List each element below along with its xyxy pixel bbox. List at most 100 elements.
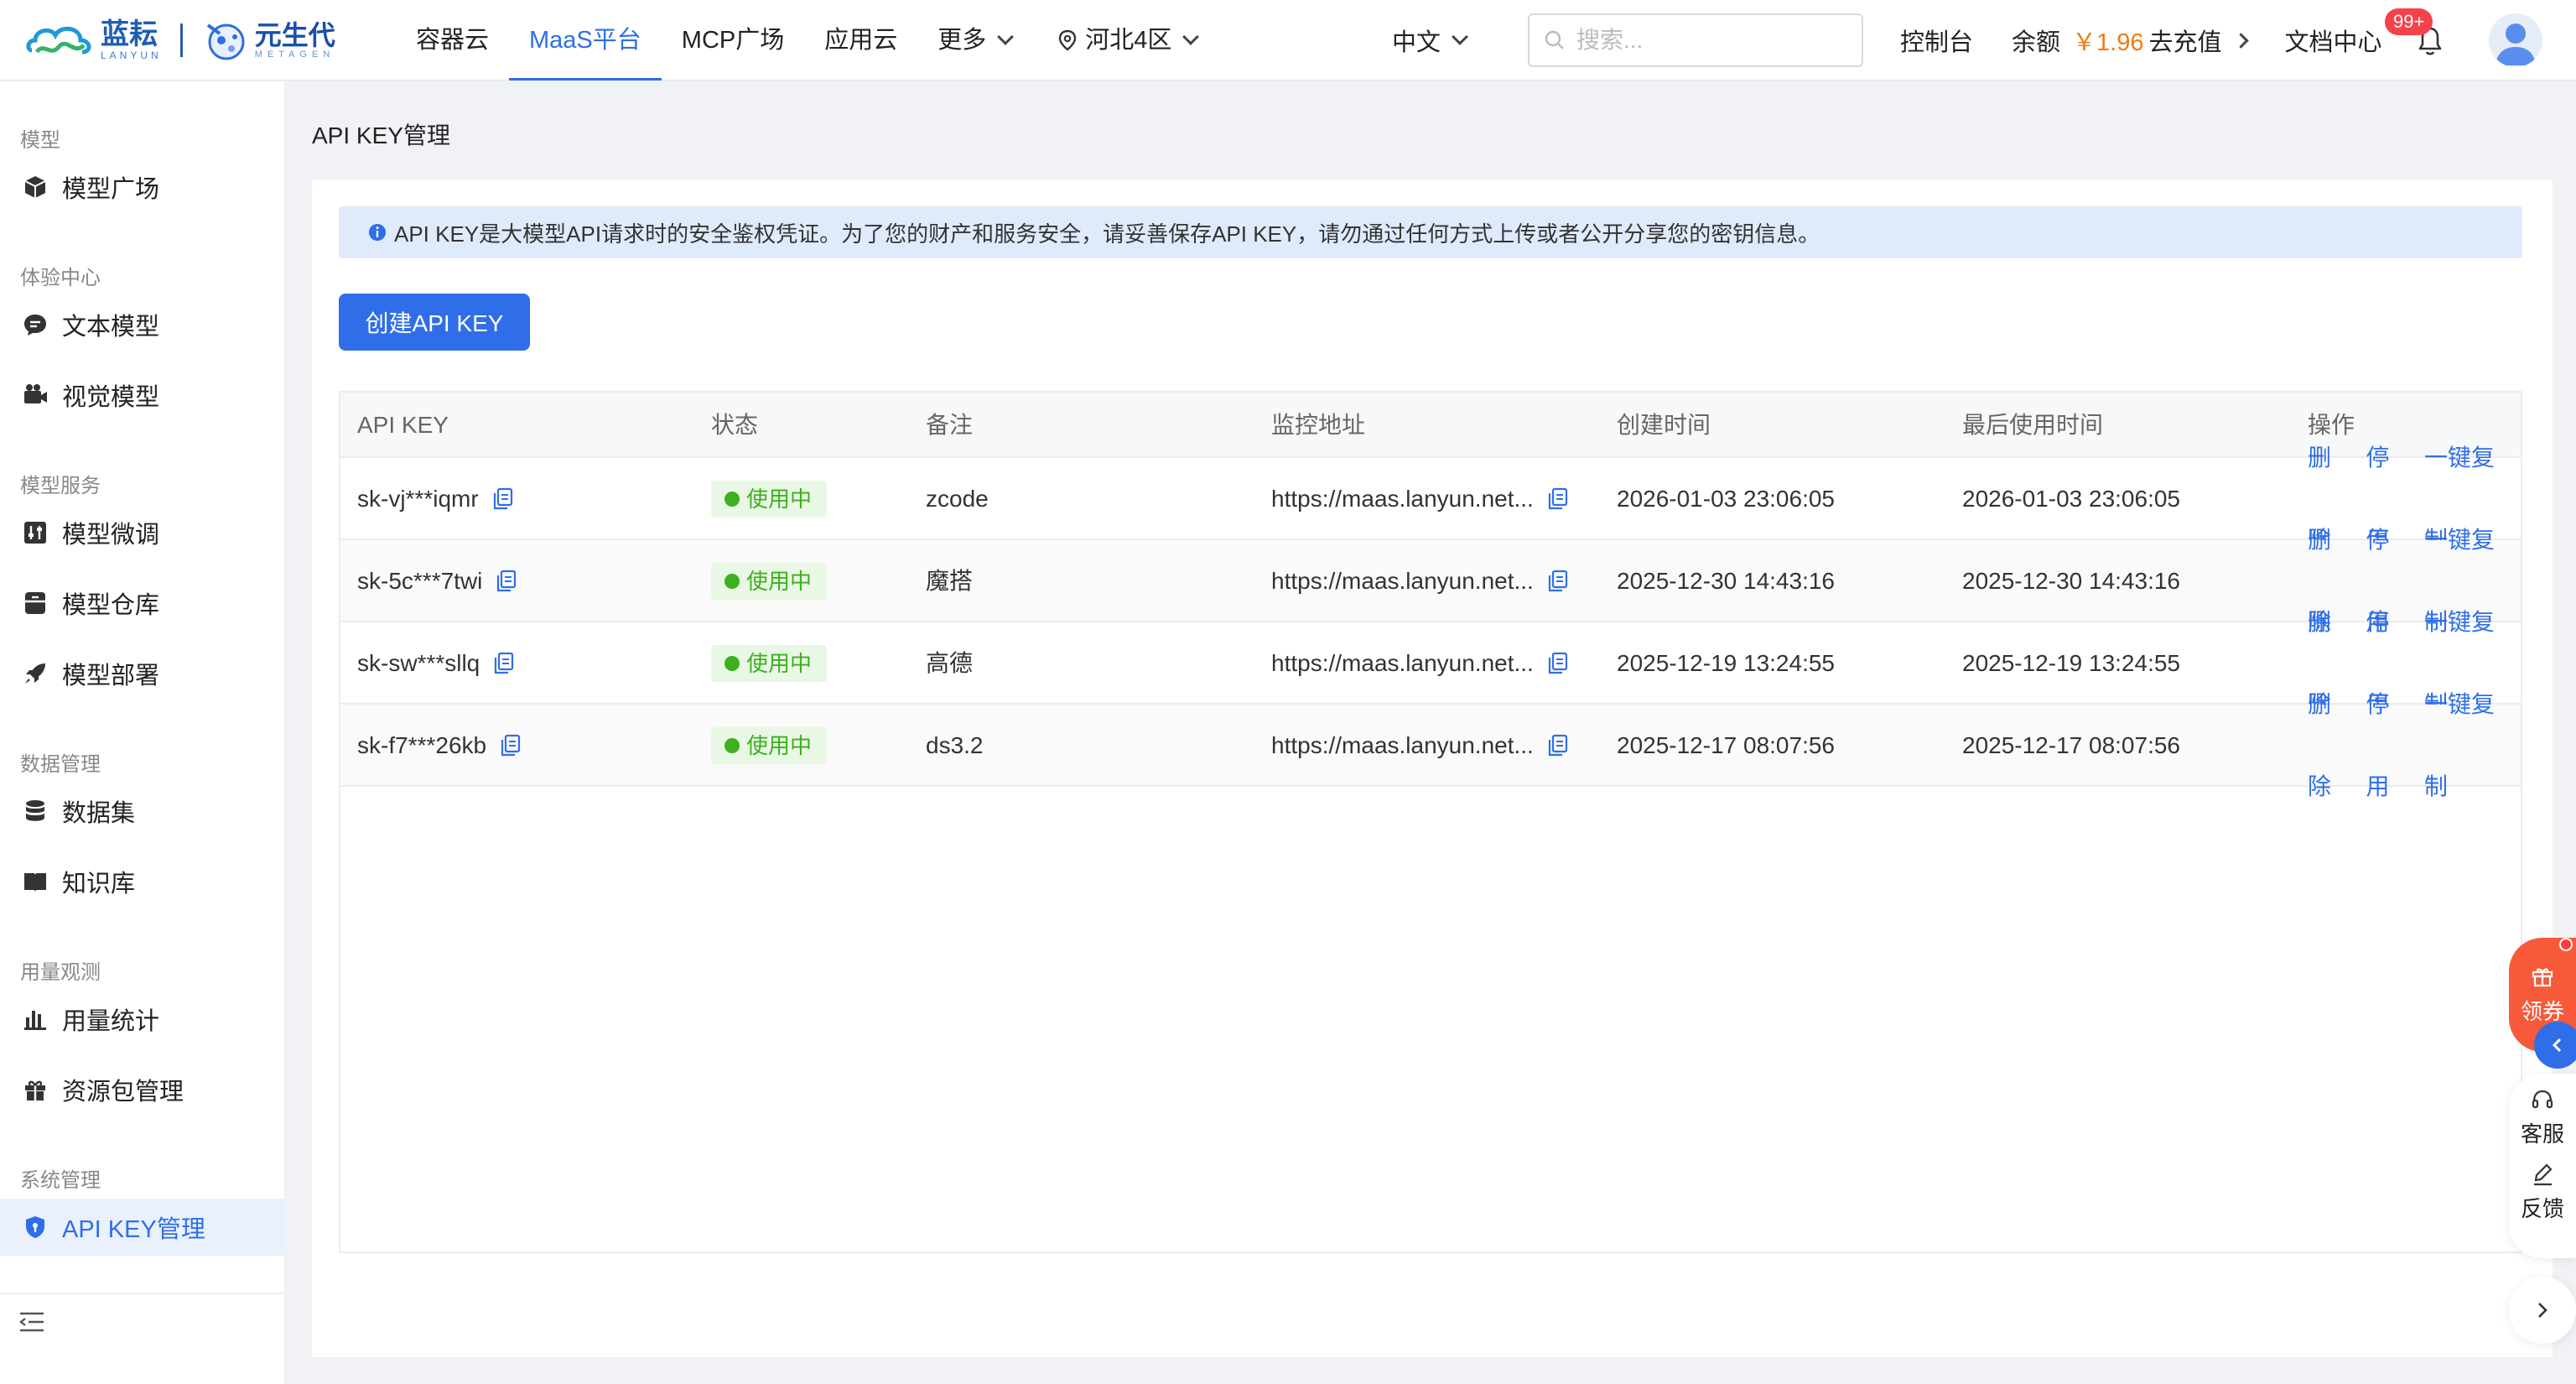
coupon-notification-dot bbox=[2559, 938, 2573, 951]
nav-more-dropdown[interactable]: 更多 bbox=[917, 0, 1031, 81]
table-row: sk-vj***iqmr 使用中 zcode https://maas.lany… bbox=[340, 445, 2521, 553]
feedback-label: 反馈 bbox=[2520, 1196, 2564, 1221]
sidebar-item-model-repo[interactable]: 模型仓库 bbox=[0, 575, 285, 632]
feedback-button[interactable]: 反馈 bbox=[2521, 1162, 2564, 1223]
api-key-value: sk-5c***7twi bbox=[357, 568, 483, 594]
console-link[interactable]: 控制台 bbox=[1900, 23, 1973, 58]
copy-icon[interactable] bbox=[1547, 570, 1569, 593]
monitor-url-value: https://maas.lanyun.net... bbox=[1271, 650, 1534, 676]
sidebar-item-text-model[interactable]: 文本模型 bbox=[0, 296, 285, 353]
bar-chart-icon bbox=[24, 1011, 46, 1030]
last-used-time-cell: 2025-12-30 14:43:16 bbox=[1962, 568, 2180, 594]
shield-icon bbox=[26, 1216, 44, 1238]
nav-item-label: MCP广场 bbox=[681, 27, 785, 54]
copy-icon[interactable] bbox=[1547, 487, 1569, 511]
next-float-button[interactable] bbox=[2509, 1277, 2576, 1344]
disable-button[interactable]: 停用 bbox=[2366, 663, 2405, 828]
top-navbar: 蓝耘 LANYUN 元生代 METAGEN 容器云 MaaS平台 MCP广场 应… bbox=[0, 0, 2576, 81]
remark-cell: 魔搭 bbox=[926, 568, 974, 594]
copy-all-button[interactable]: 一键复制 bbox=[2424, 663, 2501, 828]
archive-icon bbox=[25, 592, 45, 614]
nav-app-cloud[interactable]: 应用云 bbox=[804, 0, 917, 81]
sidebar-item-knowledge-base[interactable]: 知识库 bbox=[0, 853, 285, 910]
sidebar-item-dataset[interactable]: 数据集 bbox=[0, 783, 285, 840]
sidebar-item-label: 模型广场 bbox=[62, 176, 160, 203]
status-dot-icon bbox=[724, 492, 740, 507]
nav-container-cloud[interactable]: 容器云 bbox=[396, 0, 509, 81]
api-key-cell: sk-sw***sllq bbox=[357, 622, 515, 705]
created-time-cell: 2025-12-19 13:24:55 bbox=[1617, 650, 1835, 676]
nav-maas-platform[interactable]: MaaS平台 bbox=[509, 0, 662, 81]
column-header-api-key: API KEY bbox=[357, 412, 449, 438]
nav-item-label: 更多 bbox=[937, 27, 987, 54]
search-input[interactable] bbox=[1576, 27, 1845, 54]
sidebar-item-vision-model[interactable]: 视觉模型 bbox=[0, 367, 285, 424]
last-used-time-cell: 2025-12-19 13:24:55 bbox=[1962, 650, 2180, 676]
notice-text: API KEY是大模型API请求时的安全鉴权凭证。为了您的财产和服务安全，请妥善… bbox=[394, 221, 1820, 247]
sidebar: 模型 模型广场 体验中心 文本模型 视觉模型 模型服务 模型微调 模型仓库 模型… bbox=[0, 81, 285, 1384]
nav-item-label: 应用云 bbox=[824, 27, 898, 54]
balance-label: 余额 bbox=[2012, 29, 2061, 56]
sidebar-item-label: API KEY管理 bbox=[62, 1216, 205, 1243]
expand-float-button[interactable] bbox=[2534, 1022, 2576, 1069]
sidebar-item-fine-tune[interactable]: 模型微调 bbox=[0, 504, 285, 561]
main-nav: 容器云 MaaS平台 MCP广场 应用云 更多 河北4区 bbox=[396, 0, 1217, 81]
status-cell: 使用中 bbox=[711, 540, 828, 622]
copy-icon[interactable] bbox=[496, 570, 517, 593]
last-used-time-cell: 2025-12-17 08:07:56 bbox=[1962, 732, 2180, 758]
sidebar-item-resource-pack[interactable]: 资源包管理 bbox=[0, 1061, 285, 1118]
sidebar-item-label: 资源包管理 bbox=[62, 1079, 184, 1106]
sidebar-group-system: 系统管理 bbox=[20, 1169, 101, 1192]
sidebar-item-api-key[interactable]: API KEY管理 bbox=[0, 1199, 285, 1256]
api-key-value: sk-sw***sllq bbox=[357, 650, 480, 676]
metagen-brand-text: 元生代 bbox=[254, 20, 335, 50]
copy-icon[interactable] bbox=[500, 734, 522, 757]
chevron-right-icon bbox=[2232, 32, 2249, 49]
create-api-key-button[interactable]: 创建API KEY bbox=[339, 294, 530, 351]
lanyun-brand-text: 蓝耘 bbox=[101, 18, 158, 50]
nav-item-label: MaaS平台 bbox=[529, 27, 641, 54]
sidebar-group-experience: 体验中心 bbox=[20, 267, 101, 289]
region-selector[interactable]: 河北4区 bbox=[1038, 0, 1217, 81]
customer-service-button[interactable]: 客服 bbox=[2521, 1087, 2564, 1148]
page-title: API KEY管理 bbox=[312, 122, 450, 148]
collapse-menu-icon[interactable] bbox=[18, 1311, 45, 1333]
chevron-down-icon bbox=[1182, 29, 1200, 45]
copy-icon[interactable] bbox=[1547, 652, 1569, 675]
monitor-url-value: https://maas.lanyun.net... bbox=[1271, 486, 1534, 512]
chevron-right-icon bbox=[2538, 1303, 2547, 1318]
table-row: sk-5c***7twi 使用中 魔搭 https://maas.lanyun.… bbox=[340, 527, 2521, 635]
service-float-panel: 客服 反馈 bbox=[2509, 1074, 2576, 1258]
language-selector[interactable]: 中文 bbox=[1392, 0, 1468, 81]
nav-mcp-plaza[interactable]: MCP广场 bbox=[662, 0, 804, 81]
metagen-brand-subtext: METAGEN bbox=[254, 49, 335, 60]
location-pin-icon bbox=[1059, 29, 1077, 51]
sidebar-item-label: 文本模型 bbox=[62, 314, 160, 341]
docs-center-link[interactable]: 文档中心 bbox=[2285, 23, 2382, 58]
table-header: API KEY 状态 备注 监控地址 创建时间 最后使用时间 操作 bbox=[340, 393, 2521, 458]
sidebar-item-usage-stats[interactable]: 用量统计 bbox=[0, 991, 285, 1048]
sidebar-item-model-plaza[interactable]: 模型广场 bbox=[0, 159, 285, 216]
api-key-cell: sk-f7***26kb bbox=[357, 705, 522, 787]
sidebar-footer-divider bbox=[0, 1293, 285, 1294]
copy-icon[interactable] bbox=[492, 487, 514, 511]
chevron-down-icon bbox=[1452, 29, 1468, 45]
sidebar-group-model: 模型 bbox=[20, 129, 60, 152]
brand-logo[interactable]: 蓝耘 LANYUN 元生代 METAGEN bbox=[25, 15, 335, 65]
sidebar-group-usage: 用量观测 bbox=[20, 961, 101, 984]
monitor-url-value: https://maas.lanyun.net... bbox=[1271, 732, 1534, 758]
sidebar-item-label: 模型部署 bbox=[62, 663, 160, 689]
user-avatar[interactable] bbox=[2489, 13, 2542, 67]
gift-icon bbox=[2532, 968, 2553, 987]
sidebar-item-label: 数据集 bbox=[62, 800, 136, 827]
copy-icon[interactable] bbox=[1547, 734, 1569, 757]
balance-recharge-link[interactable]: 余额 ￥1.96 去充值 bbox=[2012, 23, 2249, 58]
sidebar-item-model-deploy[interactable]: 模型部署 bbox=[0, 645, 285, 702]
monitor-url-cell: https://maas.lanyun.net... bbox=[1271, 622, 1569, 705]
copy-icon[interactable] bbox=[493, 652, 515, 675]
sidebar-group-data: 数据管理 bbox=[20, 753, 101, 776]
sidebar-item-label: 知识库 bbox=[62, 871, 136, 898]
delete-button[interactable]: 删除 bbox=[2308, 663, 2346, 828]
chat-icon bbox=[24, 315, 46, 336]
main-panel: API KEY是大模型API请求时的安全鉴权凭证。为了您的财产和服务安全，请妥善… bbox=[312, 180, 2553, 1357]
